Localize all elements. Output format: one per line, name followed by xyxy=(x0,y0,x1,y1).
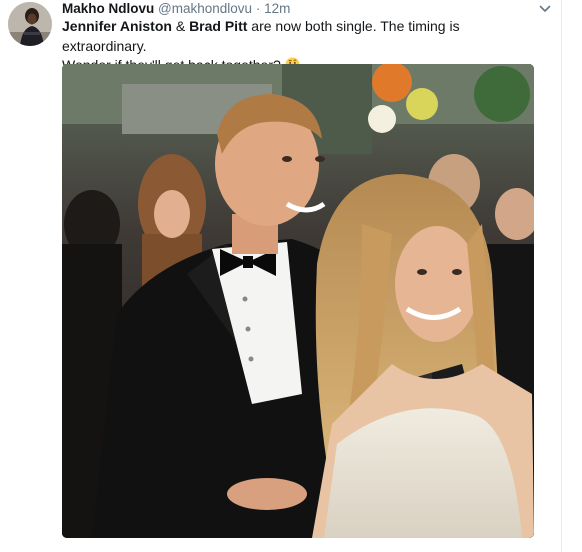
tweet-text-segment: & xyxy=(171,18,190,34)
timeline-border xyxy=(561,0,562,552)
tweet-card[interactable]: Makho Ndlovu @makhondlovu · 12m Jennifer… xyxy=(0,0,582,552)
tweet-timestamp[interactable]: 12m xyxy=(264,1,290,16)
mention-brad-pitt[interactable]: Brad Pitt xyxy=(189,18,247,34)
next-tweet-preview xyxy=(62,544,362,552)
mention-jennifer-aniston[interactable]: Jennifer Aniston xyxy=(62,18,172,34)
avatar[interactable] xyxy=(8,2,52,46)
author-handle[interactable]: @makhondlovu xyxy=(158,1,252,16)
chevron-down-icon[interactable] xyxy=(538,2,552,16)
tweet-header: Makho Ndlovu @makhondlovu · 12m xyxy=(62,0,290,18)
header-separator: · xyxy=(255,1,261,16)
tweet-photo[interactable] xyxy=(62,64,534,538)
author-name[interactable]: Makho Ndlovu xyxy=(62,1,154,16)
